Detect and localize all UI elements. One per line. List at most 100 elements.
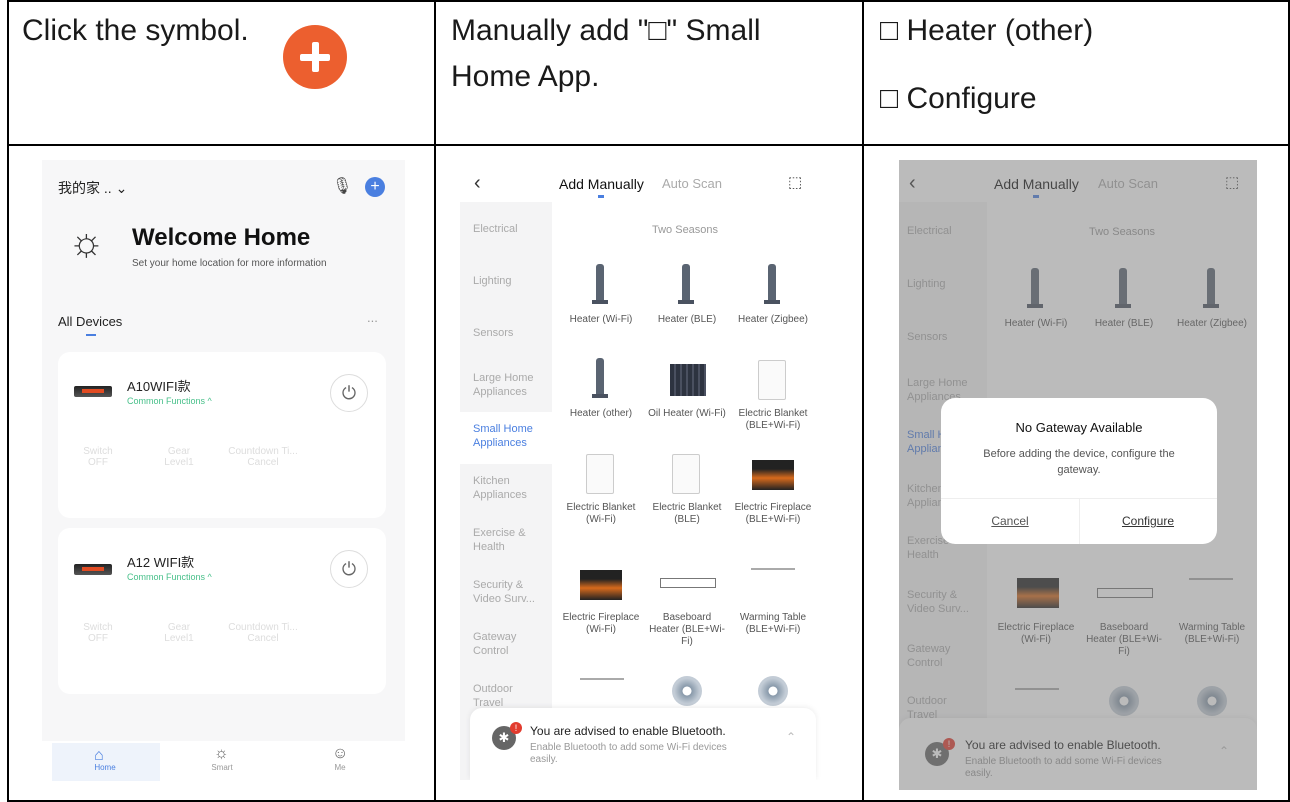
configure-button[interactable]: Configure	[1079, 514, 1217, 528]
bluetooth-title: You are advised to enable Bluetooth.	[530, 724, 726, 738]
add-plus-icon	[283, 25, 347, 89]
power-icon[interactable]: ⏻	[330, 374, 368, 412]
device-card[interactable]: A10WIFI款 Common Functions ^ ⏻ Switch OFF …	[58, 352, 386, 518]
category-item-selected[interactable]: Small Home Appliances	[473, 422, 543, 450]
category-item[interactable]: Electrical	[473, 222, 518, 236]
configure-gateway-screen: ‹ Add Manually Auto Scan ⬚ Electrical Li…	[899, 160, 1257, 790]
add-device-button[interactable]: +	[365, 177, 385, 197]
device-item[interactable]: Electric Fireplace (BLE+Wi-Fi)	[733, 502, 813, 526]
tab-me[interactable]: Me	[290, 763, 390, 772]
func-switch-label: Switch	[83, 622, 113, 633]
device-item[interactable]: Baseboard Heater (BLE+Wi-Fi)	[647, 612, 727, 648]
bottom-tab-bar: ⌂ Home ☼ Smart ☺ Me	[42, 741, 405, 783]
device-item[interactable]: Heater (other)	[561, 408, 641, 420]
device-item[interactable]: Heater (Wi-Fi)	[561, 314, 641, 326]
func-gear-label: Gear	[167, 446, 191, 457]
category-item[interactable]: Lighting	[473, 274, 512, 288]
common-functions-toggle[interactable]: Common Functions ^	[127, 396, 212, 406]
category-item[interactable]: Kitchen Appliances	[473, 474, 543, 502]
chevron-down-icon: ⌄	[115, 180, 128, 196]
device-card[interactable]: A12 WIFI款 Common Functions ^ ⏻ Switch OFF…	[58, 528, 386, 694]
fireplace-icon	[580, 570, 622, 600]
section-title: Two Seasons	[652, 224, 719, 236]
all-devices-tab[interactable]: All Devices	[58, 314, 122, 329]
step2-instruction: Manually add "□" Small Home App.	[451, 14, 761, 93]
tab-auto-scan[interactable]: Auto Scan	[662, 176, 722, 191]
welcome-title: Welcome Home	[132, 224, 311, 251]
category-item[interactable]: Security & Video Surv...	[473, 578, 543, 606]
function-countdown[interactable]: Countdown Ti... Cancel	[218, 446, 308, 468]
profile-icon[interactable]: ☺	[332, 745, 348, 763]
function-countdown[interactable]: Countdown Ti... Cancel	[218, 622, 308, 644]
device-name: A12 WIFI款	[127, 555, 195, 570]
heater-device-icon	[74, 386, 112, 397]
home-screen: 我的家 .. ⌄ 🎙 + ☼ Welcome Home Set your hom…	[42, 160, 405, 783]
function-gear[interactable]: Gear Level1	[134, 446, 224, 468]
chevron-up-icon[interactable]: ⌃	[786, 730, 796, 744]
smart-icon[interactable]: ☼	[214, 745, 229, 763]
add-device-screen: ‹ Add Manually Auto Scan ⬚ Electrical Li…	[460, 160, 826, 780]
tab-smart[interactable]: Smart	[172, 763, 272, 772]
cancel-button[interactable]: Cancel	[941, 514, 1079, 528]
function-gear[interactable]: Gear Level1	[134, 622, 224, 644]
device-item[interactable]: Heater (BLE)	[647, 314, 727, 326]
table-col-divider-2	[862, 0, 864, 802]
fan-heater-icon	[758, 676, 788, 706]
device-name: A10WIFI款	[127, 379, 191, 394]
home-name: 我的家 ..	[58, 180, 112, 196]
function-switch[interactable]: Switch OFF	[53, 446, 143, 468]
heater-tower-icon	[678, 264, 694, 304]
power-icon[interactable]: ⏻	[330, 550, 368, 588]
function-switch[interactable]: Switch OFF	[53, 622, 143, 644]
tab-add-manually[interactable]: Add Manually	[559, 176, 644, 192]
device-item[interactable]: Heater (Zigbee)	[733, 314, 813, 326]
device-item[interactable]: Electric Fireplace (Wi-Fi)	[561, 612, 641, 636]
table-border-top	[7, 0, 1290, 2]
device-item[interactable]: Oil Heater (Wi-Fi)	[647, 408, 727, 420]
func-switch-label: Switch	[83, 446, 113, 457]
warming-table-icon	[751, 568, 795, 606]
heater-device-icon	[74, 564, 112, 575]
step1-instruction: Click the symbol.	[22, 14, 249, 47]
common-functions-toggle[interactable]: Common Functions ^	[127, 572, 212, 582]
tab-underline	[86, 334, 96, 336]
func-gear-value: Level1	[164, 457, 194, 468]
category-item[interactable]: Large Home Appliances	[473, 371, 543, 399]
scan-icon[interactable]: ⬚	[788, 173, 802, 191]
dialog-title: No Gateway Available	[1015, 420, 1143, 435]
func-switch-value: OFF	[88, 633, 108, 644]
baseboard-heater-icon	[660, 578, 716, 588]
welcome-subtitle[interactable]: Set your home location for more informat…	[132, 258, 327, 269]
step3-instruction-heater: □ Heater (other)	[880, 14, 1094, 47]
category-item[interactable]: Gateway Control	[473, 630, 543, 658]
func-countdown-label: Countdown Ti...	[228, 622, 298, 633]
bluetooth-banner[interactable]: ✱ You are advised to enable Bluetooth. E…	[470, 708, 816, 780]
more-icon[interactable]: ...	[367, 310, 378, 325]
category-item[interactable]: Sensors	[473, 326, 513, 340]
microphone-icon[interactable]: 🎙	[332, 176, 352, 196]
category-item[interactable]: Outdoor Travel	[473, 682, 543, 710]
fan-heater-icon	[672, 676, 702, 706]
dialog-body: Before adding the device, configure the …	[983, 448, 1175, 476]
sun-icon: ☼	[68, 220, 105, 264]
home-selector[interactable]: 我的家 .. ⌄	[58, 178, 127, 198]
func-countdown-value: Cancel	[247, 633, 279, 644]
category-sidebar: Electrical Lighting Sensors Large Home A…	[460, 202, 552, 780]
device-item[interactable]: Warming Table (BLE+Wi-Fi)	[733, 612, 813, 636]
func-gear-label: Gear	[167, 622, 191, 633]
category-item[interactable]: Exercise & Health	[473, 526, 543, 554]
bluetooth-subtitle: Enable Bluetooth to add some Wi-Fi devic…	[530, 742, 727, 765]
device-item[interactable]: Electric Blanket (BLE+Wi-Fi)	[733, 408, 813, 432]
tab-home[interactable]: Home	[55, 763, 155, 772]
electric-blanket-icon	[672, 454, 700, 494]
func-gear-value: Level1	[164, 633, 194, 644]
electric-blanket-icon	[758, 360, 786, 400]
electric-blanket-icon	[586, 454, 614, 494]
func-countdown-value: Cancel	[247, 457, 279, 468]
back-icon[interactable]: ‹	[474, 172, 481, 195]
fireplace-icon	[752, 460, 794, 490]
device-item[interactable]: Electric Blanket (Wi-Fi)	[561, 502, 641, 526]
oil-heater-icon	[670, 364, 706, 396]
device-item[interactable]: Electric Blanket (BLE)	[647, 502, 727, 526]
tab-indicator	[598, 195, 604, 198]
